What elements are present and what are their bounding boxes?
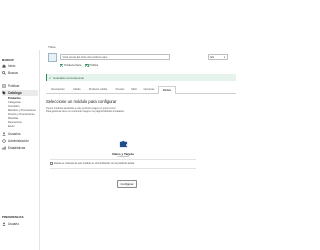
sidebar-item-inicio[interactable]: Inicio [2,63,38,69]
section-description-line: Para gestionar tiene un contenido integr… [46,110,125,114]
sidebar-subitem-resenas[interactable]: Reseñas [8,117,18,120]
divider [50,159,196,160]
tab-modulo[interactable]: Módulo [158,86,176,94]
sidebar-item-publicar[interactable]: Publicar [2,83,38,89]
configure-button[interactable]: Configurar [117,180,137,188]
user-icon [2,222,6,226]
tab-descripcion[interactable]: Descripción [46,86,70,94]
chart-icon [2,146,6,150]
sync-checkbox[interactable] [50,162,53,165]
chevron-down-icon: ▾ [223,56,225,59]
sidebar-section-preferencias: PREFERENCIAS [2,216,24,219]
sidebar-item-label: Buscar [8,71,18,75]
language-select-value: ES [210,56,214,59]
sidebar-subitem-envio[interactable]: Envío [8,125,15,128]
sidebar: MARKUP Inicio Buscar Publicar Catálogo P… [0,50,40,250]
sidebar-subitem-productos[interactable]: Productos [8,97,21,100]
section-description: Tienen módulos asociados a este producto… [46,107,125,113]
home-icon [2,64,6,68]
admin-icon [2,139,6,143]
tab-medio[interactable]: Medio [70,86,84,94]
success-alert-text: Guardado correctamente [53,75,85,80]
sidebar-item-label: Usuarios [8,132,21,136]
publish-icon [2,84,6,88]
sidebar-subitem-descuentos[interactable]: Descuentos [8,121,22,124]
sidebar-item-buscar[interactable]: Buscar [2,70,38,76]
tab-opciones[interactable]: Opciones [140,86,158,94]
title-label: Título [48,45,56,49]
check-icon: ✔ [49,75,52,80]
sidebar-item-label: Estadísticas [8,146,26,150]
sync-option-label: Desde su contexto de este módulo en sinc… [53,162,135,165]
tag-icon [2,91,6,95]
divider [50,168,196,169]
sidebar-subitem-metodos[interactable]: Métodos y Promociones [8,109,36,112]
language-select[interactable]: ES ▾ [208,54,228,60]
module-status: Configurado [117,156,129,158]
sidebar-item-usuarios[interactable]: Usuarios [2,131,38,137]
sidebar-subitem-categorias[interactable]: Categorías [8,101,21,104]
checkbox-public[interactable] [85,63,89,68]
module-card[interactable] [117,138,129,150]
sidebar-item-label: Usuario [8,222,19,226]
success-alert: ✔ Guardado correctamente [46,74,236,81]
section-title: Seleccione un módulo para configurar [46,99,117,104]
checkbox-public-label: Pública [89,64,99,67]
sidebar-item-catalogo[interactable]: Catálogo [2,90,38,96]
search-icon [2,71,6,75]
sidebar-item-label: Inicio [8,64,16,68]
sidebar-item-label: Catálogo [8,91,22,95]
tab-seo[interactable]: SEO [128,86,140,94]
product-thumbnail[interactable] [48,53,57,62]
product-tabs: Descripción Medio Producto visible Preci… [46,86,236,94]
app-window: MARKUP Inicio Buscar Publicar Catálogo P… [0,0,250,250]
checkbox-physical-product[interactable] [60,63,64,68]
sidebar-item-administracion[interactable]: Administración [2,138,38,144]
sync-option[interactable]: Desde su contexto de este módulo en sinc… [50,161,135,166]
sidebar-item-estadisticas[interactable]: Estadísticas [2,145,38,151]
title-input[interactable]: Vista previa del título del producto aqu… [60,54,170,60]
sidebar-item-usuario[interactable]: Usuario [2,221,38,227]
tab-producto-visible[interactable]: Producto visible [84,86,112,94]
checkbox-physical-product-label: Producto físico [64,64,82,67]
sidebar-subitem-inventario[interactable]: Inventario [8,105,19,108]
tab-precios[interactable]: Precios [112,86,128,94]
users-icon [2,132,6,136]
checkbox-row: Producto físico Pública [60,63,98,68]
sidebar-subitem-precios[interactable]: Precios y Promociones [8,113,35,116]
sidebar-item-label: Publicar [8,84,20,88]
puzzle-icon [119,135,128,153]
sidebar-item-label: Administración [8,139,29,143]
sidebar-section-markup: MARKUP [2,59,14,62]
